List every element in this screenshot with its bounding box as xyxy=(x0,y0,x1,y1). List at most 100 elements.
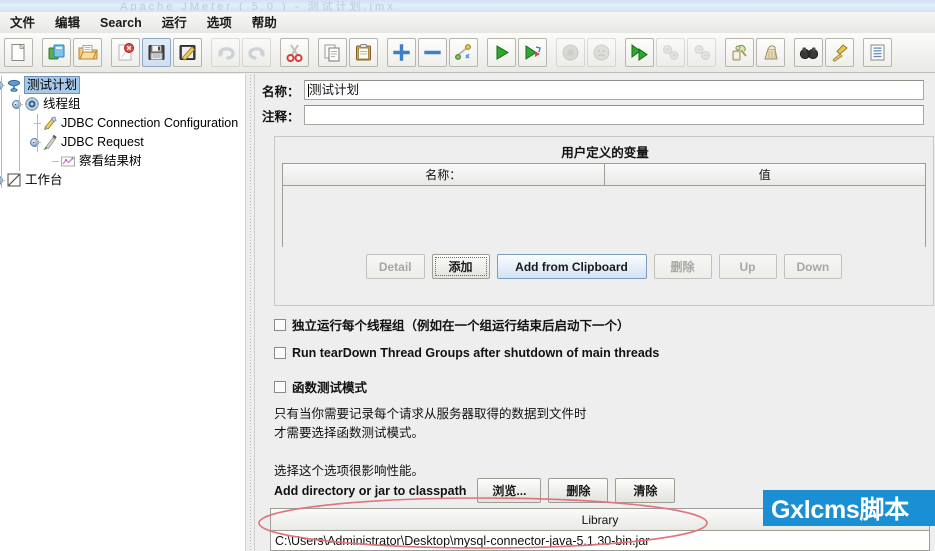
variables-column-name[interactable]: 名称： xyxy=(283,164,605,185)
toolbar-separator xyxy=(617,38,624,67)
tree-node-4[interactable]: JDBC Request xyxy=(42,133,144,151)
tree-trunk-line xyxy=(19,95,20,171)
help-line-3 xyxy=(274,443,587,462)
tree-node-3[interactable]: JDBC Connection Configuration xyxy=(42,114,238,132)
variables-column-value[interactable]: 值 xyxy=(605,164,926,185)
copy-icon[interactable] xyxy=(318,38,347,67)
variables-button-row: Detail 添加 Add from Clipboard 删除 Up Down xyxy=(282,254,926,279)
stop-icon xyxy=(556,38,585,67)
templates-icon[interactable] xyxy=(42,38,71,67)
classpath-label: Add directory or jar to classpath xyxy=(274,483,467,498)
menu-run[interactable]: 运行 xyxy=(153,14,196,32)
menu-search[interactable]: Search xyxy=(91,14,151,32)
function-helper-icon[interactable] xyxy=(863,38,892,67)
library-row[interactable]: C:\Users\Administrator\Desktop\mysql-con… xyxy=(271,531,929,550)
name-input[interactable]: 测试计划 xyxy=(304,80,924,100)
help-line-1: 只有当你需要记录每个请求从服务器取得的数据到文件时 xyxy=(274,407,587,421)
delete-button: 删除 xyxy=(653,254,712,279)
browse-button[interactable]: 浏览... xyxy=(477,478,542,503)
save-as-icon[interactable] xyxy=(173,38,202,67)
checkbox-teardown-label: Run tearDown Thread Groups after shutdow… xyxy=(292,346,660,360)
add-from-clipboard-button[interactable]: Add from Clipboard xyxy=(496,254,647,279)
shutdown-icon xyxy=(587,38,616,67)
menu-help[interactable]: 帮助 xyxy=(243,14,286,32)
watermark-badge: Gxlcms脚本 xyxy=(763,490,935,526)
open-icon[interactable] xyxy=(73,38,102,67)
tree-node-label: JDBC Request xyxy=(61,135,144,149)
test-plan-tree-pane[interactable]: 测试计划线程组 JDBC Connection Configuration JDBC… xyxy=(0,74,245,551)
remote-start-all-icon[interactable] xyxy=(625,38,654,67)
checkbox-serialize-label: 独立运行每个线程组（例如在一个组运行结束后启动下一个） xyxy=(292,319,630,333)
toolbar-separator xyxy=(717,38,724,67)
save-icon[interactable] xyxy=(142,38,171,67)
expand-all-icon[interactable] xyxy=(387,38,416,67)
tree-node-6[interactable]: 工作台 xyxy=(6,171,63,189)
checkbox-run-teardown[interactable] xyxy=(274,347,286,359)
workbench-icon xyxy=(6,172,22,188)
comment-input[interactable] xyxy=(304,105,924,125)
toolbar-separator xyxy=(203,38,210,67)
test-plan-icon xyxy=(6,77,22,93)
classpath-delete-button[interactable]: 删除 xyxy=(548,478,609,503)
comment-row: 注释： xyxy=(256,105,935,125)
tree-node-label: JDBC Connection Configuration xyxy=(61,116,239,130)
jmeter-window: Apache JMeter ( 5.0 ) - 测试计划.jmx 文件 编辑 Sea… xyxy=(0,0,935,551)
start-icon[interactable] xyxy=(487,38,516,67)
tree-node-label: 线程组 xyxy=(43,97,81,111)
tree-node-label: 察看结果树 xyxy=(79,154,142,168)
toolbar-separator xyxy=(786,38,793,67)
search-reset-icon[interactable] xyxy=(825,38,854,67)
tree-node-label: 测试计划 xyxy=(24,76,81,94)
tree-node-2[interactable]: 线程组 xyxy=(24,95,81,113)
menu-file[interactable]: 文件 xyxy=(1,14,44,32)
close-icon[interactable] xyxy=(111,38,140,67)
thread-group-icon xyxy=(24,96,40,112)
toolbar xyxy=(0,33,935,73)
search-icon[interactable] xyxy=(794,38,823,67)
paste-icon[interactable] xyxy=(349,38,378,67)
variables-table-header: 名称： 值 xyxy=(283,164,925,186)
variables-table[interactable]: 名称： 值 xyxy=(282,163,926,247)
collapse-all-icon[interactable] xyxy=(418,38,447,67)
user-defined-variables-panel: 用户定义的变量 名称： 值 Detail 添加 Add from Clipboard… xyxy=(274,136,934,306)
name-label: 名称： xyxy=(262,84,300,99)
watermark-text: Gxlcms脚本 xyxy=(771,496,909,524)
toggle-icon[interactable] xyxy=(449,38,478,67)
tree-node-label: 工作台 xyxy=(25,173,63,187)
start-no-pauses-icon[interactable] xyxy=(518,38,547,67)
menu-edit[interactable]: 编辑 xyxy=(46,14,89,32)
up-button: Up xyxy=(718,254,777,279)
tree-node-1[interactable]: 测试计划 xyxy=(6,76,81,94)
variables-table-body[interactable] xyxy=(283,186,925,247)
classpath-clear-button[interactable]: 清除 xyxy=(615,478,676,503)
clear-icon[interactable] xyxy=(725,38,754,67)
add-button[interactable]: 添加 xyxy=(431,254,490,279)
toolbar-separator xyxy=(548,38,555,67)
pane-splitter[interactable] xyxy=(245,74,255,551)
toolbar-separator xyxy=(310,38,317,67)
remote-stop-all-icon xyxy=(656,38,685,67)
listener-icon xyxy=(60,153,76,169)
toolbar-separator xyxy=(379,38,386,67)
undo-icon xyxy=(211,38,240,67)
cut-icon[interactable] xyxy=(280,38,309,67)
toolbar-separator xyxy=(479,38,486,67)
toolbar-separator xyxy=(103,38,110,67)
window-title-text: Apache JMeter ( 5.0 ) - 测试计划.jmx xyxy=(120,1,396,11)
tree-node-5[interactable]: 察看结果树 xyxy=(60,152,142,170)
new-icon[interactable] xyxy=(4,38,33,67)
down-button: Down xyxy=(783,254,843,279)
clear-all-icon[interactable] xyxy=(756,38,785,67)
toolbar-separator xyxy=(272,38,279,67)
checkbox-serialize-thread-groups[interactable] xyxy=(274,318,286,331)
menu-options[interactable]: 选项 xyxy=(198,14,241,32)
toolbar-separator xyxy=(855,38,862,67)
sampler-icon xyxy=(42,134,58,150)
help-text: 只有当你需要记录每个请求从服务器取得的数据到文件时 才需要选择函数测试模式。 选… xyxy=(274,371,587,481)
menu-bar: 文件 编辑 Search 运行 选项 帮助 xyxy=(0,12,935,34)
checkbox-row-teardown[interactable]: Run tearDown Thread Groups after shutdow… xyxy=(274,346,659,360)
comment-label: 注释： xyxy=(262,109,300,124)
user-defined-variables-title: 用户定义的变量 xyxy=(561,146,649,160)
tree-trunk-line xyxy=(1,76,2,188)
checkbox-row-serialize[interactable]: 独立运行每个线程组（例如在一个组运行结束后启动下一个） xyxy=(274,315,630,334)
